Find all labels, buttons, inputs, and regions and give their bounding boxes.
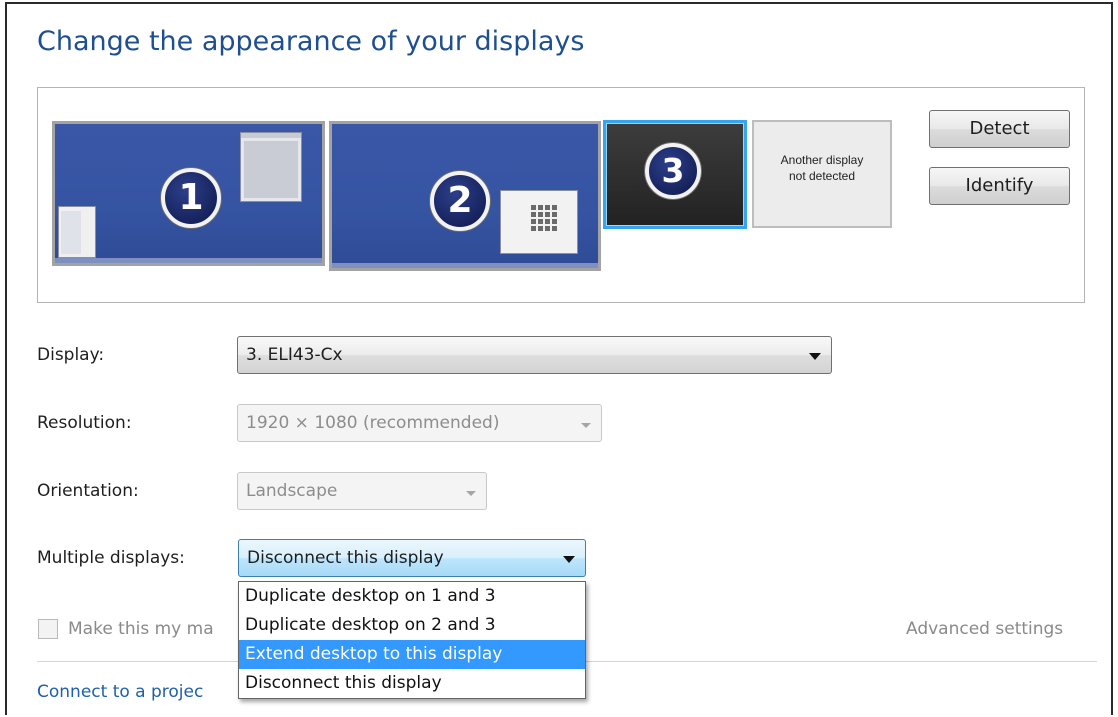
multiple-displays-select[interactable]: Disconnect this display [238, 539, 586, 577]
resolution-select: 1920 × 1080 (recommended) [237, 404, 602, 442]
main-display-checkbox[interactable] [38, 619, 58, 639]
option-extend-desktop[interactable]: Extend desktop to this display [239, 640, 585, 669]
display-select-value: 3. ELI43-Cx [246, 345, 343, 365]
monitor-2[interactable]: 2 [329, 121, 601, 271]
taskbar-strip [55, 258, 322, 263]
monitor-1-number: 1 [161, 168, 221, 228]
window-thumbnail-icon [500, 190, 578, 254]
resolution-select-value: 1920 × 1080 (recommended) [246, 413, 500, 433]
multiple-displays-select-value: Disconnect this display [247, 548, 444, 568]
display-label: Display: [37, 345, 105, 365]
identify-button[interactable]: Identify [929, 167, 1070, 205]
main-display-label: Make this my ma [68, 619, 214, 639]
not-detected-display[interactable]: Another display not detected [752, 120, 892, 228]
monitor-3-selected[interactable]: 3 [603, 120, 747, 229]
connect-projector-link[interactable]: Connect to a projec [37, 682, 203, 702]
not-detected-line2: not detected [788, 169, 856, 183]
monitor-2-number: 2 [430, 171, 490, 231]
detect-button[interactable]: Detect [929, 110, 1070, 148]
window-thumbnail-icon [240, 132, 302, 202]
advanced-settings-link[interactable]: Advanced settings [906, 619, 1063, 639]
multiple-displays-label: Multiple displays: [37, 548, 185, 568]
monitor-1[interactable]: 1 [52, 121, 325, 266]
option-duplicate-2-3[interactable]: Duplicate desktop on 2 and 3 [239, 611, 585, 640]
multiple-displays-dropdown: Duplicate desktop on 1 and 3 Duplicate d… [238, 581, 586, 699]
orientation-select-value: Landscape [246, 481, 338, 501]
not-detected-line1: Another display [780, 153, 864, 167]
chevron-down-icon [581, 423, 591, 428]
display-select[interactable]: 3. ELI43-Cx [237, 336, 832, 374]
taskbar-strip [332, 263, 598, 268]
option-disconnect[interactable]: Disconnect this display [239, 669, 585, 698]
page-title: Change the appearance of your displays [37, 26, 585, 57]
option-duplicate-1-3[interactable]: Duplicate desktop on 1 and 3 [239, 582, 585, 611]
monitor-3-number: 3 [645, 143, 701, 199]
resolution-label: Resolution: [37, 413, 132, 433]
window-thumbnail-icon [58, 206, 96, 258]
chevron-down-icon [563, 556, 575, 563]
orientation-select: Landscape [237, 472, 487, 510]
chevron-down-icon [466, 491, 476, 496]
chevron-down-icon [809, 353, 821, 360]
orientation-label: Orientation: [37, 481, 139, 501]
display-preview-area: 1 2 3 Another display not detected [37, 87, 1085, 303]
